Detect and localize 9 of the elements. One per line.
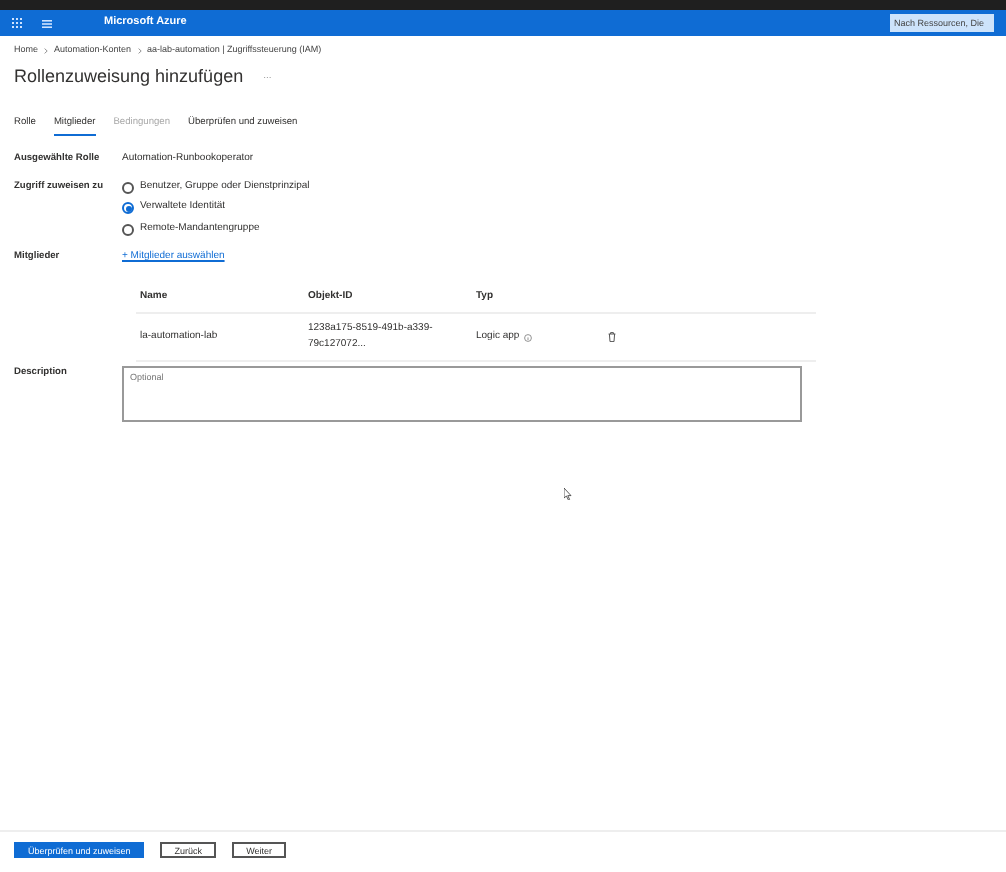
menu-icon[interactable] bbox=[42, 19, 52, 27]
chevron-icon bbox=[44, 47, 49, 54]
page-title: Rollenzuweisung hinzufügen bbox=[14, 63, 244, 90]
radio-button[interactable] bbox=[122, 181, 134, 194]
radio-button[interactable] bbox=[122, 223, 134, 236]
mouse-cursor-icon bbox=[564, 488, 572, 500]
trash-icon[interactable] bbox=[608, 332, 616, 343]
radio-button[interactable] bbox=[122, 202, 134, 215]
chevron-icon bbox=[137, 47, 142, 54]
